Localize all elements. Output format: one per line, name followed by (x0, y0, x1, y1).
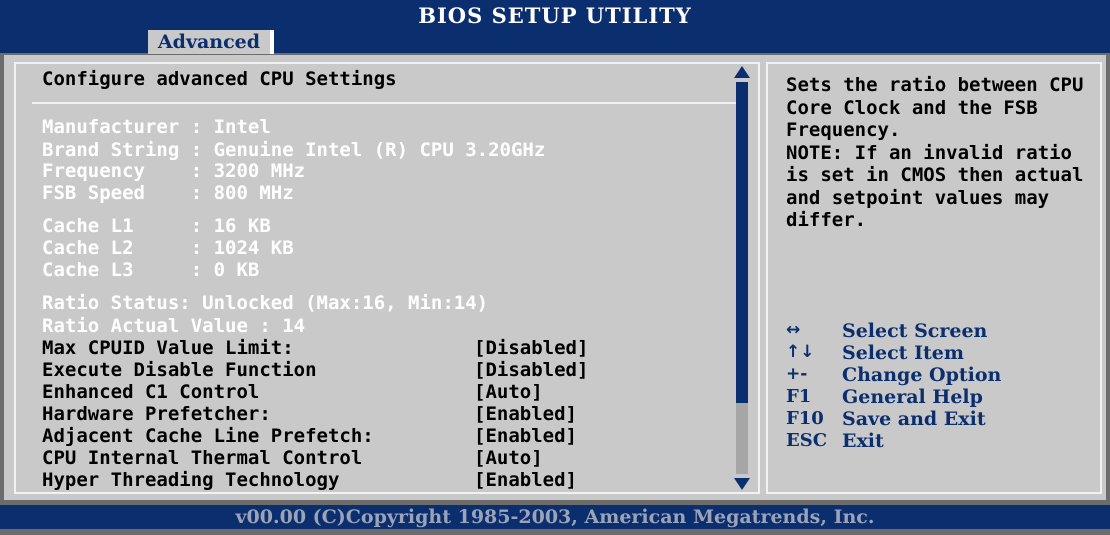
info-manufacturer: Manufacturer : Intel (42, 116, 271, 138)
info-frequency: Frequency : 3200 MHz (42, 160, 306, 182)
info-cache-l1: Cache L1 : 16 KB (42, 215, 271, 237)
key-hint-desc: Exit (842, 430, 884, 452)
option-enhanced-c1[interactable]: Enhanced C1 Control [Auto] (42, 381, 602, 403)
option-label: Adjacent Cache Line Prefetch: (42, 425, 374, 447)
info-cache-l3: Cache L3 : 0 KB (42, 259, 260, 281)
key-hint-desc: General Help (842, 386, 983, 408)
option-value[interactable]: [Auto] (474, 447, 543, 469)
copyright-footer: v00.00 (C)Copyright 1985-2003, American … (0, 505, 1110, 529)
scroll-up-arrow-icon[interactable] (734, 66, 750, 78)
key-hint-desc: Select Screen (842, 320, 988, 342)
option-value[interactable]: [Disabled] (474, 337, 588, 359)
title-divider (32, 102, 740, 104)
option-max-cpuid[interactable]: Max CPUID Value Limit: [Disabled] (42, 337, 602, 359)
option-value[interactable]: [Disabled] (474, 359, 588, 381)
left-right-arrow-icon: ↔ (786, 320, 801, 340)
tab-advanced[interactable]: Advanced (148, 30, 274, 54)
option-hardware-prefetcher[interactable]: Hardware Prefetcher: [Enabled] (42, 403, 602, 425)
key-hint-desc: Save and Exit (842, 408, 986, 430)
option-label: CPU Internal Thermal Control (42, 447, 363, 469)
panel-title: Configure advanced CPU Settings (42, 68, 397, 90)
scroll-down-arrow-icon[interactable] (734, 478, 750, 490)
key-hint-desc: Select Item (842, 342, 964, 364)
option-value[interactable]: [Enabled] (474, 425, 577, 447)
info-ratio-status: Ratio Status: Unlocked (Max:16, Min:14) (42, 292, 489, 314)
up-down-arrow-icon: ↑↓ (786, 342, 815, 362)
option-value[interactable]: [Enabled] (474, 403, 577, 425)
key-hint-key: ESC (786, 430, 828, 451)
info-brand-string: Brand String : Genuine Intel (R) CPU 3.2… (42, 139, 546, 161)
option-value[interactable]: [Enabled] (474, 469, 577, 491)
option-hyper-threading[interactable]: Hyper Threading Technology [Enabled] (42, 469, 602, 491)
option-label: Execute Disable Function (42, 359, 317, 381)
info-cache-l2: Cache L2 : 1024 KB (42, 237, 294, 259)
option-label: Max CPUID Value Limit: (42, 337, 294, 359)
option-label: Hyper Threading Technology (42, 469, 340, 491)
option-execute-disable[interactable]: Execute Disable Function [Disabled] (42, 359, 602, 381)
plus-minus-icon: +- (786, 364, 808, 384)
info-ratio-actual: Ratio Actual Value : 14 (42, 315, 306, 337)
key-hint-key: F1 (786, 386, 812, 407)
option-thermal-control[interactable]: CPU Internal Thermal Control [Auto] (42, 447, 602, 469)
scrollbar-thumb[interactable] (736, 82, 748, 403)
bios-title: BIOS SETUP UTILITY (418, 3, 692, 28)
option-label: Enhanced C1 Control (42, 381, 260, 403)
option-label: Hardware Prefetcher: (42, 403, 271, 425)
key-hint-key: F10 (786, 408, 824, 429)
help-text: Sets the ratio between CPU Core Clock an… (786, 74, 1084, 231)
option-adjacent-cache[interactable]: Adjacent Cache Line Prefetch: [Enabled] (42, 425, 602, 447)
info-fsb-speed: FSB Speed : 800 MHz (42, 182, 294, 204)
option-value[interactable]: [Auto] (474, 381, 543, 403)
key-hint-desc: Change Option (842, 364, 1002, 386)
